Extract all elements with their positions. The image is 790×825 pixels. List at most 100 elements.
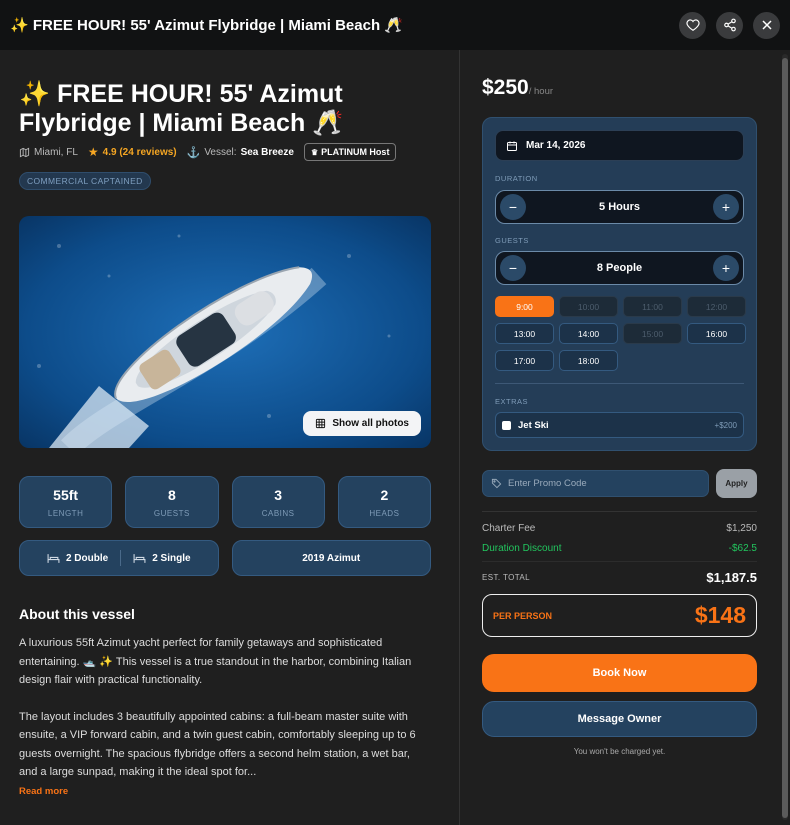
date-picker[interactable]: Mar 14, 2026 xyxy=(495,130,744,161)
calendar-icon xyxy=(507,141,517,151)
read-more-link[interactable]: Read more xyxy=(19,786,68,797)
charter-fee-row: Charter Fee $1,250 xyxy=(482,523,757,534)
scrollbar-thumb[interactable] xyxy=(782,58,788,818)
tag-icon xyxy=(491,478,502,489)
stat-heads: 2 HEADS xyxy=(337,476,431,528)
discount-label: Duration Discount xyxy=(482,543,562,554)
promo-placeholder: Enter Promo Code xyxy=(508,478,587,489)
grid-icon xyxy=(316,418,326,429)
guests-decrement-button[interactable]: − xyxy=(500,255,526,281)
listing-details: ✨ FREE HOUR! 55' Azimut Flybridge | Miam… xyxy=(0,50,459,825)
booking-form: Mar 14, 2026 DURATION − 5 Hours + GUESTS… xyxy=(482,117,757,451)
charter-fee-value: $1,250 xyxy=(726,523,757,534)
duration-label: DURATION xyxy=(495,174,538,183)
jet-ski-checkbox[interactable] xyxy=(502,420,511,430)
single-beds: 2 Single xyxy=(152,552,191,564)
extras-separator xyxy=(495,383,744,384)
model-pill: 2019 Azimut xyxy=(231,540,431,576)
plus-icon: + xyxy=(721,199,731,215)
extras-label: EXTRAS xyxy=(495,397,529,406)
price-unit: / hour xyxy=(528,86,554,97)
stat-guests: 8 GUESTS xyxy=(125,476,219,528)
location-text: Miami, FL xyxy=(34,146,78,158)
message-owner-button[interactable]: Message Owner xyxy=(482,701,757,737)
total-row: EST. TOTAL $1,187.5 xyxy=(482,570,757,585)
vessel-name: Sea Breeze xyxy=(240,146,294,158)
stat-label: GUESTS xyxy=(153,509,190,518)
host-badge-label: PLATINUM Host xyxy=(321,147,390,157)
top-bar: ✨ FREE HOUR! 55' Azimut Flybridge | Miam… xyxy=(0,0,790,50)
time-slot[interactable]: 17:00 xyxy=(495,350,554,371)
charge-note: You won't be charged yet. xyxy=(573,747,666,756)
duration-increment-button[interactable]: + xyxy=(713,194,739,220)
stat-label: HEADS xyxy=(369,509,400,518)
stat-length: 55ft LENGTH xyxy=(19,476,113,528)
description-paragraph-1: A luxurious 55ft Azimut yacht perfect fo… xyxy=(19,637,412,686)
host-badge: ♛ PLATINUM Host xyxy=(303,143,397,161)
per-person-box: PER PERSON $148 xyxy=(482,594,757,637)
stat-cabins: 3 CABINS xyxy=(231,476,325,528)
duration-value: 5 Hours xyxy=(599,201,640,213)
charter-fee-label: Charter Fee xyxy=(482,523,536,534)
about-title: About this vessel xyxy=(19,606,135,622)
beds-divider xyxy=(120,550,122,566)
extra-price: +$200 xyxy=(714,420,737,430)
time-slot: 10:00 xyxy=(559,296,618,317)
window-title: ✨ FREE HOUR! 55' Azimut Flybridge | Miam… xyxy=(10,17,403,34)
divider xyxy=(482,511,757,512)
duration-decrement-button[interactable]: − xyxy=(500,194,526,220)
vessel-label: Vessel: xyxy=(204,146,237,158)
extra-jet-ski[interactable]: Jet Ski +$200 xyxy=(495,412,744,438)
time-slot[interactable]: 18:00 xyxy=(559,350,618,371)
listing-title: ✨ FREE HOUR! 55' Azimut Flybridge | Miam… xyxy=(19,80,344,137)
show-all-photos-label: Show all photos xyxy=(332,418,409,429)
extra-name: Jet Ski xyxy=(518,419,549,431)
discount-value: -$62.5 xyxy=(728,543,757,554)
guests-label: GUESTS xyxy=(495,236,529,245)
time-slot[interactable]: 13:00 xyxy=(495,323,554,344)
booking-panel: $250/ hour Mar 14, 2026 DURATION − 5 Hou… xyxy=(460,50,790,825)
stat-label: CABINS xyxy=(261,509,295,518)
time-slot: 15:00 xyxy=(623,323,682,344)
close-button[interactable] xyxy=(753,11,780,39)
book-now-button[interactable]: Book Now xyxy=(482,654,757,692)
minus-icon: − xyxy=(508,260,518,276)
star-icon: ★ xyxy=(87,145,99,159)
hourly-price: $250/ hour xyxy=(482,76,553,100)
time-slot[interactable]: 14:00 xyxy=(559,323,618,344)
bed-icon xyxy=(47,553,60,563)
total-label: EST. TOTAL xyxy=(482,573,531,582)
show-all-photos-button[interactable]: Show all photos xyxy=(303,411,421,436)
share-button[interactable] xyxy=(716,11,743,39)
share-icon xyxy=(723,18,736,32)
stat-value: 55ft xyxy=(53,487,79,503)
guests-value: 8 People xyxy=(596,262,643,274)
guests-increment-button[interactable]: + xyxy=(713,255,739,281)
time-slot: 12:00 xyxy=(687,296,746,317)
stat-value: 2 xyxy=(380,487,389,503)
crown-icon: ♛ xyxy=(310,147,319,157)
listing-meta: Miami, FL ★ 4.9 (24 reviews) ⚓ Vessel: S… xyxy=(19,143,397,161)
description-paragraph-2: The layout includes 3 beautifully appoin… xyxy=(19,710,416,779)
double-beds: 2 Double xyxy=(65,552,109,564)
promo-input[interactable]: Enter Promo Code xyxy=(482,470,709,497)
guests-stepper: − 8 People + xyxy=(495,251,744,285)
apply-button[interactable]: Apply xyxy=(716,469,757,498)
time-slots: 9:00 10:00 11:00 12:00 13:00 14:00 15:00 16:00 1… xyxy=(495,296,746,371)
rating-text[interactable]: 4.9 (24 reviews) xyxy=(103,147,177,158)
stat-value: 3 xyxy=(274,487,283,503)
duration-stepper: − 5 Hours + xyxy=(495,190,744,224)
time-slot[interactable]: 16:00 xyxy=(687,323,746,344)
heart-icon xyxy=(685,19,700,31)
anchor-icon: ⚓ xyxy=(186,146,201,159)
discount-row: Duration Discount -$62.5 xyxy=(482,543,757,554)
stat-label: LENGTH xyxy=(47,509,84,518)
favorite-button[interactable] xyxy=(679,11,706,39)
yacht-photo[interactable]: Show all photos xyxy=(19,216,431,448)
time-slot[interactable]: 9:00 xyxy=(495,296,554,317)
scrollbar[interactable] xyxy=(782,54,788,820)
plus-icon: + xyxy=(721,260,731,276)
map-icon xyxy=(19,147,30,157)
close-icon xyxy=(761,20,772,30)
total-value: $1,187.5 xyxy=(706,570,757,585)
